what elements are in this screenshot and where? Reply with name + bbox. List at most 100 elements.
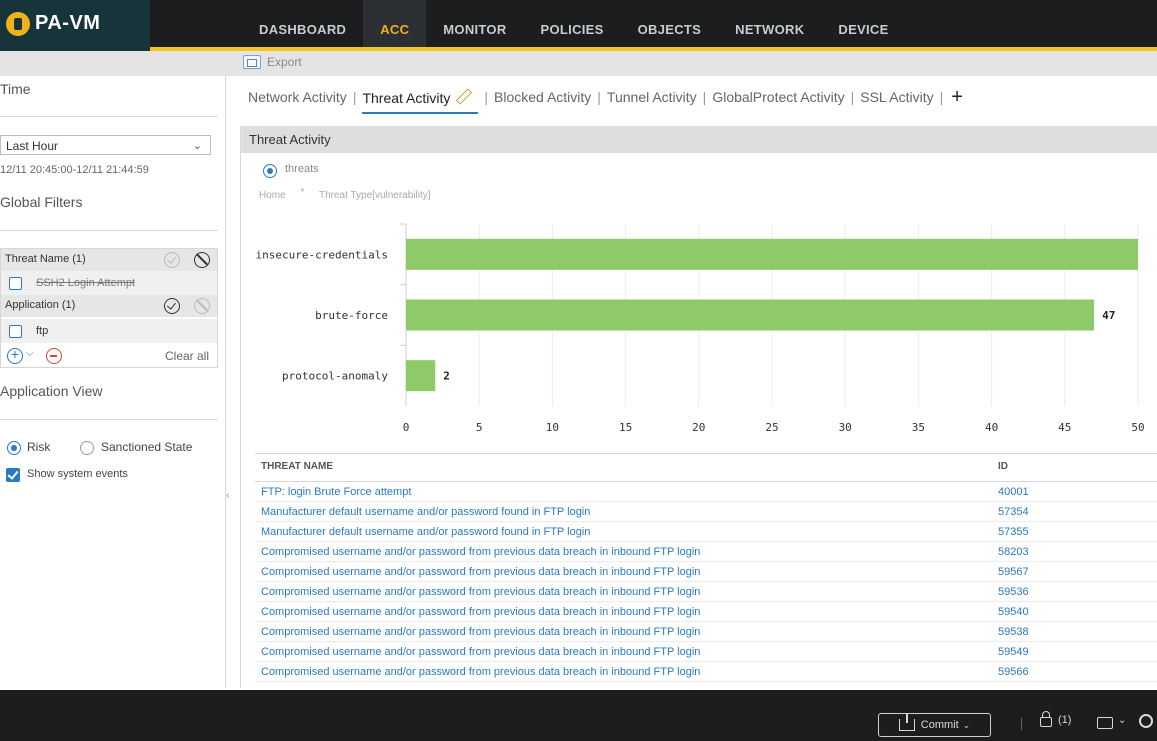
threat-name-link[interactable]: Manufacturer default username and/or pas… [261,506,590,518]
add-tab-icon[interactable]: + [951,87,963,107]
table-row[interactable]: Compromised username and/or password fro… [255,542,1157,562]
column-header-id[interactable]: ID [998,461,1008,472]
application-view-heading: Application View [0,383,103,399]
left-panel: Time Last Hour ⌄ 12/11 20:45:00-12/11 21… [0,76,226,688]
threat-id-link[interactable]: 59540 [998,606,1029,618]
tab-separator: | [484,89,489,105]
negate-filter-icon[interactable] [194,252,210,268]
x-tick-label: 50 [1131,421,1144,434]
bar[interactable] [406,299,1095,331]
table-header: THREAT NAME ID [255,453,1157,482]
category-label: insecure-credentials [256,248,388,261]
tab-blocked-activity[interactable]: Blocked Activity [494,89,591,111]
threat-id-link[interactable]: 59536 [998,586,1029,598]
chevron-down-icon[interactable]: ⌄ [1118,715,1126,726]
tab-ssl-activity[interactable]: SSL Activity [860,89,933,111]
threat-name-link[interactable]: Compromised username and/or password fro… [261,546,700,558]
nav-objects[interactable]: OBJECTS [621,0,719,47]
lock-icon[interactable] [1040,711,1052,727]
table-row[interactable]: Compromised username and/or password fro… [255,602,1157,622]
threat-id-link[interactable]: 40001 [998,486,1029,498]
show-system-events-checkbox[interactable] [6,468,20,482]
x-tick-label: 40 [985,421,998,434]
breadcrumb-threat-type[interactable]: Threat Type[vulnerability] [319,190,431,201]
tab-network-activity[interactable]: Network Activity [248,89,347,111]
table-row[interactable]: FTP: login Brute Force attempt 40001 [255,482,1157,502]
clear-all-link[interactable]: Clear all [165,349,209,363]
x-tick-label: 5 [476,421,483,434]
threat-id-link[interactable]: 59538 [998,626,1029,638]
threat-id-link[interactable]: 59567 [998,566,1029,578]
nav-policies[interactable]: POLICIES [524,0,621,47]
divider [1021,718,1022,730]
filter-group-label: Threat Name (1) [5,253,86,265]
filter-checkbox[interactable] [9,276,22,290]
filter-item[interactable]: SSH2 Login Attempt [1,271,217,295]
time-range-select[interactable]: Last Hour ⌄ [0,135,211,155]
export-label: Export [267,55,302,69]
x-tick-label: 15 [619,421,632,434]
bar[interactable] [406,238,1138,270]
category-label: brute-force [315,309,388,322]
logo[interactable]: PA-VM [0,0,150,47]
threat-id-link[interactable]: 59566 [998,666,1029,678]
remove-filter-icon[interactable] [46,348,62,364]
tab-bar: Network Activity | Threat Activity | Blo… [248,87,963,115]
tab-threat-activity-label: Threat Activity [362,90,451,106]
collapse-panel-handle[interactable]: ‹ [226,490,232,510]
filter-checkbox[interactable] [9,324,22,338]
table-row[interactable]: Compromised username and/or password fro… [255,642,1157,662]
threat-name-link[interactable]: Compromised username and/or password fro… [261,666,700,678]
filter-item[interactable]: ftp [1,319,217,343]
nav-device[interactable]: DEVICE [821,0,905,47]
add-filter-icon[interactable]: + [7,347,23,364]
commit-button[interactable]: Commit ⌄ [878,713,991,737]
table-row[interactable]: Compromised username and/or password fro… [255,562,1157,582]
table-row[interactable]: Manufacturer default username and/or pas… [255,522,1157,542]
export-button[interactable]: Export [243,55,302,69]
table-row[interactable]: Compromised username and/or password fro… [255,622,1157,642]
threat-id-link[interactable]: 57354 [998,506,1029,518]
table-row[interactable]: Manufacturer default username and/or pas… [255,502,1157,522]
threat-name-link[interactable]: Compromised username and/or password fro… [261,626,700,638]
x-tick-label: 35 [912,421,925,434]
global-filters-box: Threat Name (1) SSH2 Login Attempt Appli… [0,248,218,368]
tab-threat-activity[interactable]: Threat Activity [362,89,479,114]
column-header-threat-name[interactable]: THREAT NAME [261,461,333,472]
nav-dashboard[interactable]: DASHBOARD [242,0,363,47]
nav-network[interactable]: NETWORK [718,0,821,47]
bar[interactable] [406,360,436,392]
threat-name-link[interactable]: Compromised username and/or password fro… [261,566,700,578]
apply-filter-icon[interactable] [164,298,180,314]
threat-table: THREAT NAME ID FTP: login Brute Force at… [255,453,1157,682]
risk-radio[interactable] [7,441,21,455]
config-icon[interactable] [1097,717,1113,729]
nav-acc[interactable]: ACC [363,0,427,47]
table-row[interactable]: Compromised username and/or password fro… [255,662,1157,682]
search-icon[interactable] [1139,714,1153,728]
tab-tunnel-activity[interactable]: Tunnel Activity [607,89,697,111]
main-nav: DASHBOARD ACC MONITOR POLICIES OBJECTS N… [242,0,906,47]
threat-name-link[interactable]: Compromised username and/or password fro… [261,606,700,618]
nav-monitor[interactable]: MONITOR [426,0,523,47]
apply-filter-icon[interactable] [164,252,180,268]
edit-pencil-icon[interactable] [456,89,470,103]
threat-name-link[interactable]: FTP: login Brute Force attempt [261,486,411,498]
threat-id-link[interactable]: 57355 [998,526,1029,538]
threat-id-link[interactable]: 58203 [998,546,1029,558]
threat-name-link[interactable]: Compromised username and/or password fro… [261,586,700,598]
sanctioned-state-radio[interactable] [80,441,94,455]
breadcrumb-home[interactable]: Home [259,190,286,201]
chevron-down-icon[interactable]: ⌵ [26,348,34,359]
threat-name-link[interactable]: Manufacturer default username and/or pas… [261,526,590,538]
negate-filter-icon[interactable] [194,298,210,314]
table-row[interactable]: Compromised username and/or password fro… [255,582,1157,602]
category-label: protocol-anomaly [282,370,388,383]
tab-globalprotect-activity[interactable]: GlobalProtect Activity [712,89,844,111]
tab-separator: | [597,89,601,105]
filter-item-label: ftp [36,325,49,337]
threat-id-link[interactable]: 59549 [998,646,1029,658]
global-filters-heading: Global Filters [0,194,83,210]
threat-name-link[interactable]: Compromised username and/or password fro… [261,646,700,658]
threats-radio[interactable] [263,164,277,178]
